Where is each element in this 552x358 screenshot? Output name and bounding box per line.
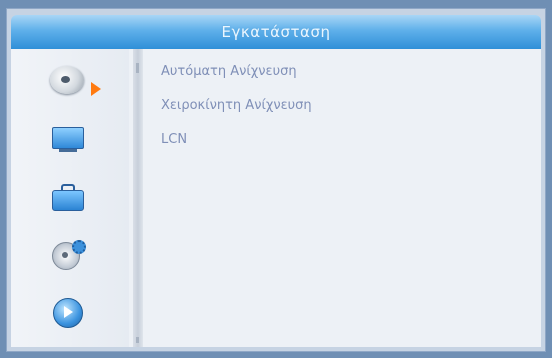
menu-list: Αυτόματη Ανίχνευση Χειροκίνητη Ανίχνευση… [161, 63, 312, 165]
menu-item-auto-scan[interactable]: Αυτόματη Ανίχνευση [161, 63, 312, 81]
scrollbar[interactable] [133, 49, 143, 347]
sidebar [11, 49, 129, 347]
sidebar-item-tv[interactable] [45, 119, 89, 159]
content-panel: Αυτόματη Ανίχνευση Χειροκίνητη Ανίχνευση… [11, 49, 541, 347]
satellite-dish-icon [50, 66, 84, 96]
scroll-down-marker [136, 337, 139, 343]
sidebar-item-disc-settings[interactable] [45, 235, 89, 275]
play-icon [50, 298, 84, 328]
scroll-up-marker [136, 63, 139, 73]
disc-gear-icon [50, 240, 86, 270]
sidebar-item-satellite[interactable] [45, 61, 89, 101]
menu-item-lcn[interactable]: LCN [161, 131, 312, 149]
menu-item-manual-scan[interactable]: Χειροκίνητη Ανίχνευση [161, 97, 312, 115]
title-bar: Εγκατάσταση [11, 15, 541, 49]
briefcase-icon [50, 182, 84, 212]
sidebar-item-play[interactable] [45, 293, 89, 333]
tv-icon [50, 124, 84, 154]
active-arrow-icon [91, 82, 101, 96]
settings-window: Εγκατάσταση Αυτόματη Ανίχνευση Χειροκίνη… [6, 8, 546, 352]
window-title: Εγκατάσταση [221, 23, 331, 41]
sidebar-item-briefcase[interactable] [45, 177, 89, 217]
